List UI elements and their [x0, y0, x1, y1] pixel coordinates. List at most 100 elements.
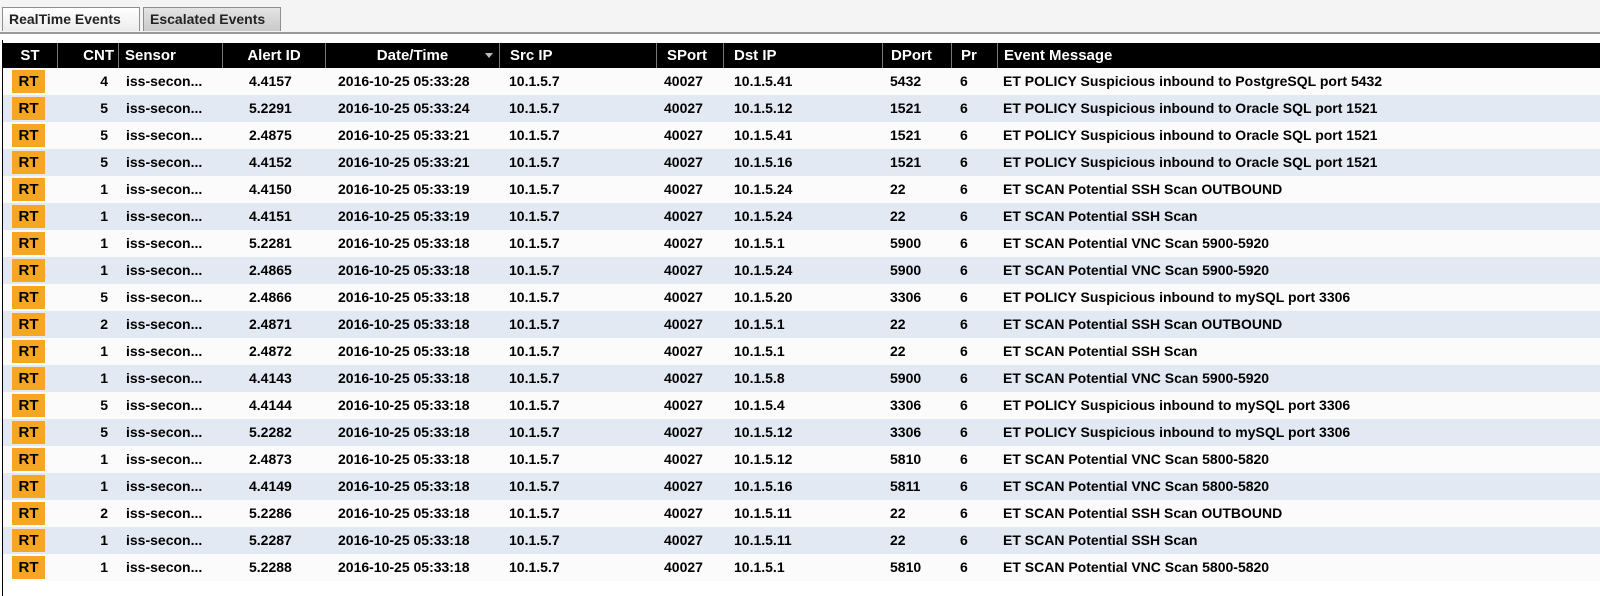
table-row[interactable]: RT 1 iss-secon... 5.2287 2016-10-25 05:33:18… — [3, 527, 1600, 554]
cell-src-ip: 10.1.5.7 — [509, 478, 560, 494]
cell-pr: 6 — [960, 316, 968, 332]
cell-dst-ip: 10.1.5.16 — [734, 154, 793, 170]
cell-pr: 6 — [960, 532, 968, 548]
cell-cnt: 2 — [100, 505, 108, 521]
cell-sensor: iss-secon... — [126, 559, 203, 575]
cell-alert-id: 5.2291 — [249, 100, 292, 116]
column-header-dst-ip[interactable]: Dst IP — [723, 43, 882, 68]
cell-pr: 6 — [960, 208, 968, 224]
cell-datetime: 2016-10-25 05:33:18 — [338, 235, 470, 251]
cell-event-message: ET POLICY Suspicious inbound to mySQL po… — [1003, 397, 1351, 413]
table-row[interactable]: RT 1 iss-secon... 4.4151 2016-10-25 05:33:19… — [3, 203, 1600, 230]
table-row[interactable]: RT 5 iss-secon... 2.4875 2016-10-25 05:33:21… — [3, 122, 1600, 149]
table-row[interactable]: RT 2 iss-secon... 2.4871 2016-10-25 05:33:18… — [3, 311, 1600, 338]
cell-dst-ip: 10.1.5.11 — [734, 532, 792, 548]
cell-pr: 6 — [960, 424, 968, 440]
cell-dst-ip: 10.1.5.24 — [734, 208, 793, 224]
column-header-pr[interactable]: Pr — [951, 43, 997, 68]
cell-sensor: iss-secon... — [126, 100, 203, 116]
table-row[interactable]: RT 5 iss-secon... 4.4152 2016-10-25 05:33:21… — [3, 149, 1600, 176]
cell-sensor: iss-secon... — [126, 235, 203, 251]
cell-sport: 40027 — [664, 532, 703, 548]
column-header-sensor[interactable]: Sensor — [118, 43, 222, 68]
cell-sensor: iss-secon... — [126, 505, 203, 521]
cell-pr: 6 — [960, 100, 968, 116]
tab-realtime-events[interactable]: RealTime Events — [2, 7, 140, 31]
cell-pr: 6 — [960, 235, 968, 251]
cell-dport: 3306 — [890, 424, 922, 440]
table-row[interactable]: RT 1 iss-secon... 2.4865 2016-10-25 05:33:18… — [3, 257, 1600, 284]
cell-cnt: 1 — [100, 370, 108, 386]
cell-sensor: iss-secon... — [126, 289, 203, 305]
cell-pr: 6 — [960, 181, 968, 197]
cell-dport: 22 — [890, 181, 906, 197]
table-row[interactable]: RT 1 iss-secon... 2.4873 2016-10-25 05:33:18… — [3, 446, 1600, 473]
column-header-src-ip[interactable]: Src IP — [499, 43, 656, 68]
cell-datetime: 2016-10-25 05:33:18 — [338, 559, 470, 575]
table-row[interactable]: RT 1 iss-secon... 2.4872 2016-10-25 05:33:18… — [3, 338, 1600, 365]
cell-dport: 1521 — [890, 127, 922, 143]
cell-cnt: 1 — [100, 208, 108, 224]
cell-sensor: iss-secon... — [126, 343, 203, 359]
status-badge: RT — [12, 529, 45, 552]
cell-cnt: 1 — [100, 451, 108, 467]
cell-dst-ip: 10.1.5.12 — [734, 100, 793, 116]
table-row[interactable]: RT 5 iss-secon... 4.4144 2016-10-25 05:33:18… — [3, 392, 1600, 419]
cell-dst-ip: 10.1.5.4 — [734, 397, 785, 413]
tab-bar: RealTime Events Escalated Events — [0, 0, 1600, 34]
cell-datetime: 2016-10-25 05:33:18 — [338, 424, 470, 440]
cell-event-message: ET SCAN Potential VNC Scan 5800-5820 — [1003, 559, 1270, 575]
cell-sensor: iss-secon... — [126, 532, 203, 548]
status-badge: RT — [12, 448, 45, 471]
cell-event-message: ET POLICY Suspicious inbound to Oracle S… — [1003, 154, 1378, 170]
cell-cnt: 5 — [100, 100, 108, 116]
table-row[interactable]: RT 1 iss-secon... 4.4150 2016-10-25 05:33:19… — [3, 176, 1600, 203]
cell-alert-id: 4.4150 — [249, 181, 292, 197]
cell-sport: 40027 — [664, 505, 703, 521]
cell-sensor: iss-secon... — [126, 424, 203, 440]
column-header-dport[interactable]: DPort — [882, 43, 951, 68]
column-header-sport[interactable]: SPort — [656, 43, 723, 68]
cell-src-ip: 10.1.5.7 — [509, 235, 560, 251]
cell-dport: 5810 — [890, 559, 922, 575]
tab-escalated-events[interactable]: Escalated Events — [143, 7, 281, 31]
table-row[interactable]: RT 5 iss-secon... 2.4866 2016-10-25 05:33:18… — [3, 284, 1600, 311]
cell-datetime: 2016-10-25 05:33:28 — [338, 73, 470, 89]
cell-dport: 5900 — [890, 235, 922, 251]
table-row[interactable]: RT 5 iss-secon... 5.2291 2016-10-25 05:33:24… — [3, 95, 1600, 122]
table-row[interactable]: RT 2 iss-secon... 5.2286 2016-10-25 05:33:18… — [3, 500, 1600, 527]
cell-alert-id: 5.2288 — [249, 559, 292, 575]
cell-dport: 3306 — [890, 397, 922, 413]
cell-datetime: 2016-10-25 05:33:18 — [338, 505, 470, 521]
cell-datetime: 2016-10-25 05:33:21 — [338, 154, 470, 170]
cell-alert-id: 2.4872 — [249, 343, 292, 359]
table-row[interactable]: RT 1 iss-secon... 4.4149 2016-10-25 05:33:18… — [3, 473, 1600, 500]
column-header-st[interactable]: ST — [3, 43, 57, 68]
table-row[interactable]: RT 1 iss-secon... 4.4143 2016-10-25 05:33:18… — [3, 365, 1600, 392]
column-header-datetime[interactable]: Date/Time — [325, 43, 499, 68]
cell-cnt: 5 — [100, 424, 108, 440]
cell-dst-ip: 10.1.5.12 — [734, 451, 793, 467]
cell-event-message: ET SCAN Potential VNC Scan 5900-5920 — [1003, 235, 1270, 251]
table-row[interactable]: RT 1 iss-secon... 5.2281 2016-10-25 05:33:18… — [3, 230, 1600, 257]
cell-dport: 1521 — [890, 100, 922, 116]
cell-src-ip: 10.1.5.7 — [509, 451, 560, 467]
cell-datetime: 2016-10-25 05:33:18 — [338, 289, 470, 305]
cell-cnt: 1 — [100, 559, 108, 575]
status-badge: RT — [12, 421, 45, 444]
cell-src-ip: 10.1.5.7 — [509, 559, 560, 575]
column-header-alert-id[interactable]: Alert ID — [222, 43, 325, 68]
events-table: ST CNT Sensor Alert ID Date/Time Src IP … — [2, 40, 1600, 596]
cell-dst-ip: 10.1.5.41 — [734, 73, 793, 89]
cell-cnt: 4 — [100, 73, 108, 89]
table-row[interactable]: RT 5 iss-secon... 5.2282 2016-10-25 05:33:18… — [3, 419, 1600, 446]
cell-dport: 5900 — [890, 370, 922, 386]
cell-alert-id: 2.4871 — [249, 316, 292, 332]
table-row[interactable]: RT 1 iss-secon... 5.2288 2016-10-25 05:33:18… — [3, 554, 1600, 581]
cell-src-ip: 10.1.5.7 — [509, 532, 560, 548]
table-row[interactable]: RT 4 iss-secon... 4.4157 2016-10-25 05:33:28… — [3, 68, 1600, 95]
column-header-cnt[interactable]: CNT — [57, 43, 118, 68]
column-header-event-message[interactable]: Event Message — [997, 43, 1600, 68]
cell-sensor: iss-secon... — [126, 208, 203, 224]
cell-sensor: iss-secon... — [126, 73, 203, 89]
